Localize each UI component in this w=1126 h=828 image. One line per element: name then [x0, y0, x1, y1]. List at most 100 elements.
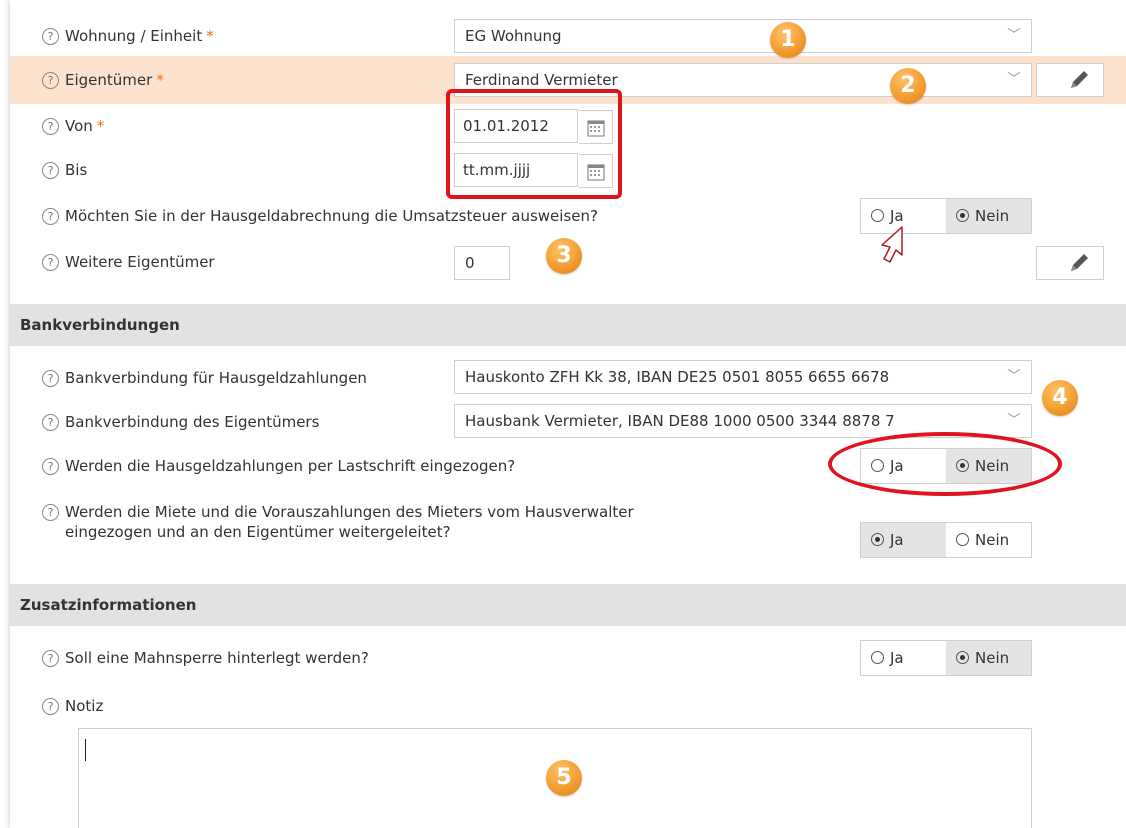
miete-radio-nein[interactable]: Nein — [946, 523, 1031, 557]
weitere-count: 0 — [454, 246, 510, 280]
mahnsperre-radio-nein[interactable]: Nein — [946, 641, 1031, 675]
weitere-label-text: Weitere Eigentümer — [65, 253, 215, 271]
bank-eigentuemer-label-text: Bankverbindung des Eigentümers — [65, 413, 320, 431]
miete-label-line2: eingezogen und an den Eigentümer weiterg… — [65, 523, 451, 541]
von-label: ? Von * — [42, 116, 104, 136]
chevron-down-icon[interactable]: ﹀ — [1003, 361, 1025, 393]
text-caret — [85, 739, 86, 761]
help-circle-icon[interactable]: ? — [42, 458, 59, 475]
badge-2: 2 — [890, 68, 926, 104]
radio-label: Ja — [890, 649, 904, 667]
calendar-icon — [587, 164, 605, 181]
radio-checked-icon — [871, 533, 884, 546]
radio-checked-icon — [956, 651, 969, 664]
help-circle-icon[interactable]: ? — [42, 504, 59, 521]
help-circle-icon[interactable]: ? — [42, 370, 59, 387]
lastschrift-radio-nein[interactable]: Nein — [946, 449, 1031, 483]
eigentuemer-label-text: Eigentümer — [65, 71, 153, 89]
radio-icon — [956, 533, 969, 546]
required-marker: * — [156, 71, 164, 89]
pencil-icon — [1071, 71, 1088, 88]
badge-5: 5 — [546, 760, 582, 796]
miete-radio-group: Ja Nein — [860, 522, 1032, 558]
required-marker: * — [206, 27, 214, 45]
row-miete: ? Werden die Miete und die Vorauszahlunge… — [10, 496, 1126, 562]
badge-3: 3 — [546, 238, 582, 274]
miete-label: ? Werden die Miete und die Vorauszahlunge… — [42, 502, 634, 542]
miete-label-line1: Werden die Miete und die Vorauszahlungen… — [65, 503, 634, 521]
chevron-down-icon[interactable]: ﹀ — [1003, 20, 1025, 52]
row-bank-hausgeld: ? Bankverbindung für Hausgeldzahlungen Ha… — [10, 358, 1126, 398]
notiz-label: ? Notiz — [42, 696, 103, 716]
help-circle-icon[interactable]: ? — [42, 254, 59, 271]
bis-date-placeholder: tt.mm.jjjj — [463, 161, 531, 179]
radio-label: Nein — [975, 457, 1010, 475]
radio-icon — [871, 209, 884, 222]
radio-label: Ja — [890, 457, 904, 475]
weitere-edit-button[interactable] — [1036, 246, 1104, 280]
row-eigentuemer: ? Eigentümer * Ferdinand Vermieter ﹀ — [10, 56, 1126, 104]
chevron-down-icon[interactable]: ﹀ — [1003, 405, 1025, 437]
radio-label: Nein — [975, 531, 1010, 549]
lastschrift-radio-ja[interactable]: Ja — [861, 449, 946, 483]
section-bankverbindungen: Bankverbindungen — [10, 304, 1126, 346]
mahnsperre-radio-ja[interactable]: Ja — [861, 641, 946, 675]
bis-label: ? Bis — [42, 160, 87, 180]
required-marker: * — [96, 117, 105, 135]
help-circle-icon[interactable]: ? — [42, 208, 59, 225]
mahnsperre-label-text: Soll eine Mahnsperre hinterlegt werden? — [65, 649, 369, 667]
von-date-value: 01.01.2012 — [463, 117, 549, 135]
radio-icon — [871, 459, 884, 472]
miete-radio-ja[interactable]: Ja — [861, 523, 946, 557]
eigentuemer-select[interactable]: Ferdinand Vermieter ﹀ — [454, 63, 1032, 97]
lastschrift-label-text: Werden die Hausgeldzahlungen per Lastsch… — [65, 457, 516, 475]
row-mahnsperre: ? Soll eine Mahnsperre hinterlegt werden?… — [10, 636, 1126, 680]
bis-label-text: Bis — [65, 161, 88, 179]
radio-label: Ja — [890, 207, 904, 225]
help-circle-icon[interactable]: ? — [42, 72, 59, 89]
lastschrift-radio-group: Ja Nein — [860, 448, 1032, 484]
row-wohnung: ? Wohnung / Einheit * EG Wohnung ﹀ — [10, 16, 1126, 56]
von-date-input[interactable]: 01.01.2012 — [454, 109, 613, 144]
badge-1: 1 — [770, 22, 806, 58]
bank-hausgeld-label: ? Bankverbindung für Hausgeldzahlungen — [42, 368, 367, 388]
help-circle-icon[interactable]: ? — [42, 650, 59, 667]
bis-date-input[interactable]: tt.mm.jjjj — [454, 153, 613, 188]
bank-eigentuemer-select[interactable]: Hausbank Vermieter, IBAN DE88 1000 0500 … — [454, 404, 1032, 438]
umsatzsteuer-label-text: Möchten Sie in der Hausgeldabrechnung di… — [65, 207, 598, 225]
radio-label: Ja — [890, 531, 904, 549]
help-circle-icon[interactable]: ? — [42, 698, 59, 715]
von-calendar-button[interactable] — [579, 110, 613, 144]
help-circle-icon[interactable]: ? — [42, 28, 59, 45]
help-circle-icon[interactable]: ? — [42, 118, 59, 135]
row-bank-eigentuemer: ? Bankverbindung des Eigentümers Hausbank… — [10, 402, 1126, 442]
help-circle-icon[interactable]: ? — [42, 162, 59, 179]
lastschrift-label: ? Werden die Hausgeldzahlungen per Lastsc… — [42, 456, 515, 476]
eigentuemer-edit-button[interactable] — [1036, 63, 1104, 97]
radio-checked-icon — [956, 459, 969, 472]
bank-hausgeld-label-text: Bankverbindung für Hausgeldzahlungen — [65, 369, 367, 387]
row-von: ? Von * 01.01.2012 — [10, 104, 1126, 148]
mahnsperre-radio-group: Ja Nein — [860, 640, 1032, 676]
umsatzsteuer-radio-nein[interactable]: Nein — [946, 199, 1031, 233]
section-zusatzinformationen: Zusatzinformationen — [10, 584, 1126, 626]
bank-hausgeld-select[interactable]: Hauskonto ZFH Kk 38, IBAN DE25 0501 8055… — [454, 360, 1032, 394]
weitere-label: ? Weitere Eigentümer — [42, 252, 215, 272]
wohnung-select[interactable]: EG Wohnung ﹀ — [454, 19, 1032, 53]
wohnung-label: ? Wohnung / Einheit * — [42, 26, 214, 46]
row-bis: ? Bis tt.mm.jjjj — [10, 148, 1126, 192]
bank-hausgeld-select-value: Hauskonto ZFH Kk 38, IBAN DE25 0501 8055… — [465, 368, 890, 386]
bis-calendar-button[interactable] — [579, 154, 613, 188]
mouse-pointer-icon — [881, 226, 903, 263]
pencil-icon — [1071, 254, 1088, 271]
row-umsatzsteuer: ? Möchten Sie in der Hausgeldabrechnung d… — [10, 194, 1126, 238]
radio-label: Nein — [975, 649, 1010, 667]
bank-eigentuemer-select-value: Hausbank Vermieter, IBAN DE88 1000 0500 … — [465, 412, 895, 430]
von-label-text: Von — [65, 117, 93, 135]
chevron-down-icon[interactable]: ﹀ — [1003, 64, 1025, 96]
help-circle-icon[interactable]: ? — [42, 414, 59, 431]
radio-icon — [871, 651, 884, 664]
mahnsperre-label: ? Soll eine Mahnsperre hinterlegt werden? — [42, 648, 369, 668]
notiz-label-text: Notiz — [65, 697, 104, 715]
bank-eigentuemer-label: ? Bankverbindung des Eigentümers — [42, 412, 319, 432]
